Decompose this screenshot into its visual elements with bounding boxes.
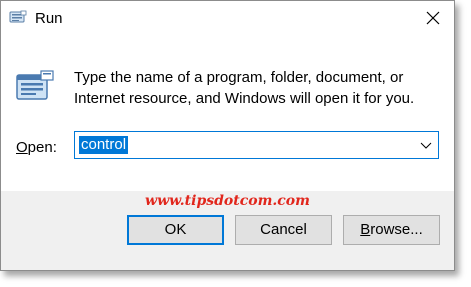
button-bar: www.tipsdotcom.com OK Cancel Browse... — [1, 191, 454, 270]
open-label-accesskey: O — [16, 139, 28, 156]
watermark-text: www.tipsdotcom.com — [145, 193, 310, 209]
browse-accesskey: B — [360, 221, 371, 238]
dialog-body: Type the name of a program, folder, docu… — [1, 37, 454, 191]
ok-button[interactable]: OK — [127, 215, 224, 245]
title-bar: Run — [1, 1, 454, 37]
open-label: Open: — [16, 139, 57, 156]
instruction-text: Type the name of a program, folder, docu… — [74, 69, 415, 107]
open-combobox[interactable]: control — [74, 131, 439, 159]
run-icon — [9, 10, 27, 23]
close-icon[interactable] — [426, 11, 440, 25]
open-input-value[interactable]: control — [79, 136, 129, 154]
open-label-text: pen: — [27, 139, 57, 156]
run-icon — [16, 70, 54, 100]
run-dialog: Run Type the name of a program, folder, … — [0, 0, 455, 271]
chevron-down-icon[interactable] — [420, 140, 432, 150]
cancel-button[interactable]: Cancel — [235, 215, 332, 245]
browse-label: rowse... — [370, 221, 423, 238]
browse-button[interactable]: Browse... — [343, 215, 440, 245]
window-title: Run — [35, 10, 63, 27]
